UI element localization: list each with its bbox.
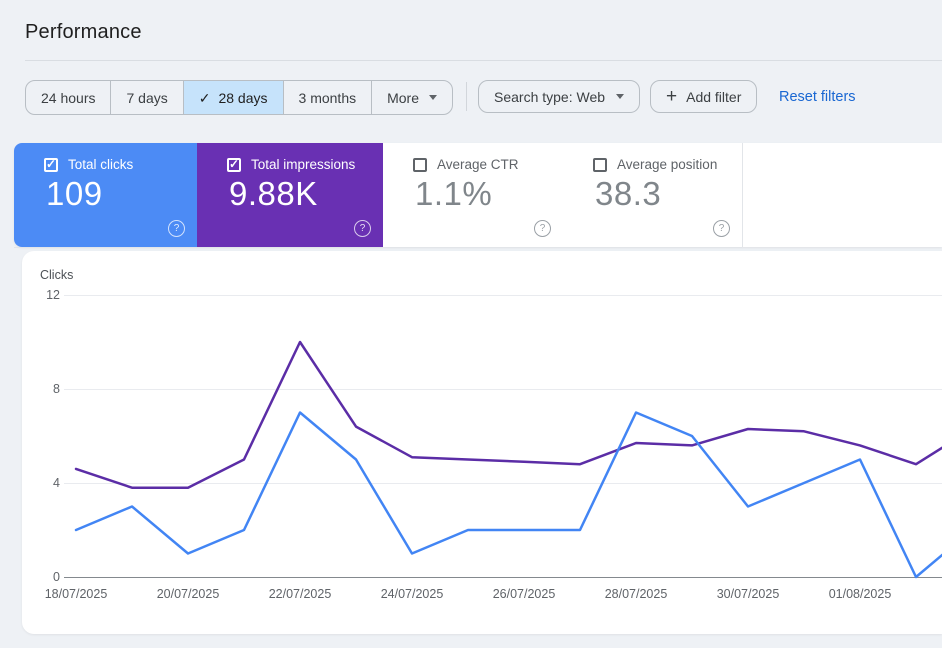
- card-head: Total clicks: [44, 158, 133, 172]
- gridline-y-12: [64, 295, 942, 296]
- metric-label: Average position: [617, 158, 717, 172]
- cards-separator: [742, 143, 743, 247]
- date-range-28-days[interactable]: ✓ 28 days: [183, 81, 283, 114]
- date-range-label: 3 months: [299, 90, 357, 106]
- metric-cards-row: Total clicks 109 ? Total impressions 9.8…: [14, 143, 942, 247]
- chevron-down-icon: [429, 95, 437, 100]
- x-tick-label: 28/07/2025: [580, 587, 692, 601]
- total-impressions-checkbox[interactable]: [227, 158, 241, 172]
- x-tick-label: 20/07/2025: [132, 587, 244, 601]
- performance-page: Performance 24 hours 7 days ✓ 28 days 3 …: [0, 0, 942, 648]
- search-type-label: Search type: Web: [494, 89, 605, 105]
- metric-label: Average CTR: [437, 158, 519, 172]
- help-icon[interactable]: ?: [168, 220, 185, 237]
- check-icon: ✓: [199, 91, 211, 105]
- date-range-label: 7 days: [126, 90, 167, 106]
- gridline-y-0: [64, 577, 942, 578]
- date-range-group: 24 hours 7 days ✓ 28 days 3 months More: [25, 80, 453, 115]
- search-type-filter-button[interactable]: Search type: Web: [478, 80, 640, 113]
- total-clicks-card[interactable]: Total clicks 109 ?: [14, 143, 197, 247]
- series-line-total-impressions-scaled-to-clicks-axis: [76, 342, 942, 488]
- date-range-more[interactable]: More: [371, 81, 452, 114]
- card-head: Average CTR: [413, 158, 519, 172]
- add-filter-button[interactable]: + Add filter: [650, 80, 757, 113]
- y-tick-label: 8: [22, 381, 60, 397]
- card-head: Average position: [593, 158, 717, 172]
- metric-value: 109: [46, 175, 103, 213]
- metric-value: 1.1%: [415, 175, 492, 213]
- chevron-down-icon: [616, 94, 624, 99]
- help-icon[interactable]: ?: [354, 220, 371, 237]
- x-tick-label: 24/07/2025: [356, 587, 468, 601]
- x-tick-label: 18/07/2025: [20, 587, 132, 601]
- gridline-y-4: [64, 483, 942, 484]
- x-tick-label: 30/07/2025: [692, 587, 804, 601]
- average-position-checkbox[interactable]: [593, 158, 607, 172]
- cards-border: [14, 247, 742, 248]
- x-tick-label: 22/07/2025: [244, 587, 356, 601]
- y-axis-title: Clicks: [40, 268, 73, 282]
- date-range-7-days[interactable]: 7 days: [110, 81, 182, 114]
- metric-label: Total impressions: [251, 158, 355, 172]
- help-icon[interactable]: ?: [713, 220, 730, 237]
- y-tick-label: 4: [22, 475, 60, 491]
- y-tick-label: 0: [22, 569, 60, 585]
- average-position-card[interactable]: Average position 38.3 ?: [563, 143, 742, 247]
- date-range-3-months[interactable]: 3 months: [283, 81, 372, 114]
- average-ctr-checkbox[interactable]: [413, 158, 427, 172]
- chart-card[interactable]: Clicks 12 8 4 0 18/07/202520/07/202522/07/20…: [22, 251, 942, 634]
- metric-label: Total clicks: [68, 158, 133, 172]
- total-impressions-card[interactable]: Total impressions 9.88K ?: [197, 143, 383, 247]
- toolbar-divider: [466, 82, 467, 111]
- date-range-24-hours[interactable]: 24 hours: [26, 81, 110, 114]
- series-line-total-clicks: [76, 413, 942, 578]
- x-tick-label: 01/08/2025: [804, 587, 916, 601]
- gridline-y-8: [64, 389, 942, 390]
- date-range-label: 24 hours: [41, 90, 95, 106]
- date-range-label: 28 days: [218, 90, 267, 106]
- x-tick-label: 26/07/2025: [468, 587, 580, 601]
- header-divider: [25, 60, 942, 61]
- metric-value: 38.3: [595, 175, 661, 213]
- date-range-label: More: [387, 90, 419, 106]
- add-filter-label: Add filter: [686, 89, 741, 105]
- y-tick-label: 12: [22, 287, 60, 303]
- reset-filters-link[interactable]: Reset filters: [779, 89, 856, 105]
- page-title: Performance: [25, 21, 142, 44]
- help-icon[interactable]: ?: [534, 220, 551, 237]
- plus-icon: +: [666, 87, 677, 106]
- total-clicks-checkbox[interactable]: [44, 158, 58, 172]
- card-head: Total impressions: [227, 158, 355, 172]
- metric-value: 9.88K: [229, 175, 318, 213]
- average-ctr-card[interactable]: Average CTR 1.1% ?: [383, 143, 563, 247]
